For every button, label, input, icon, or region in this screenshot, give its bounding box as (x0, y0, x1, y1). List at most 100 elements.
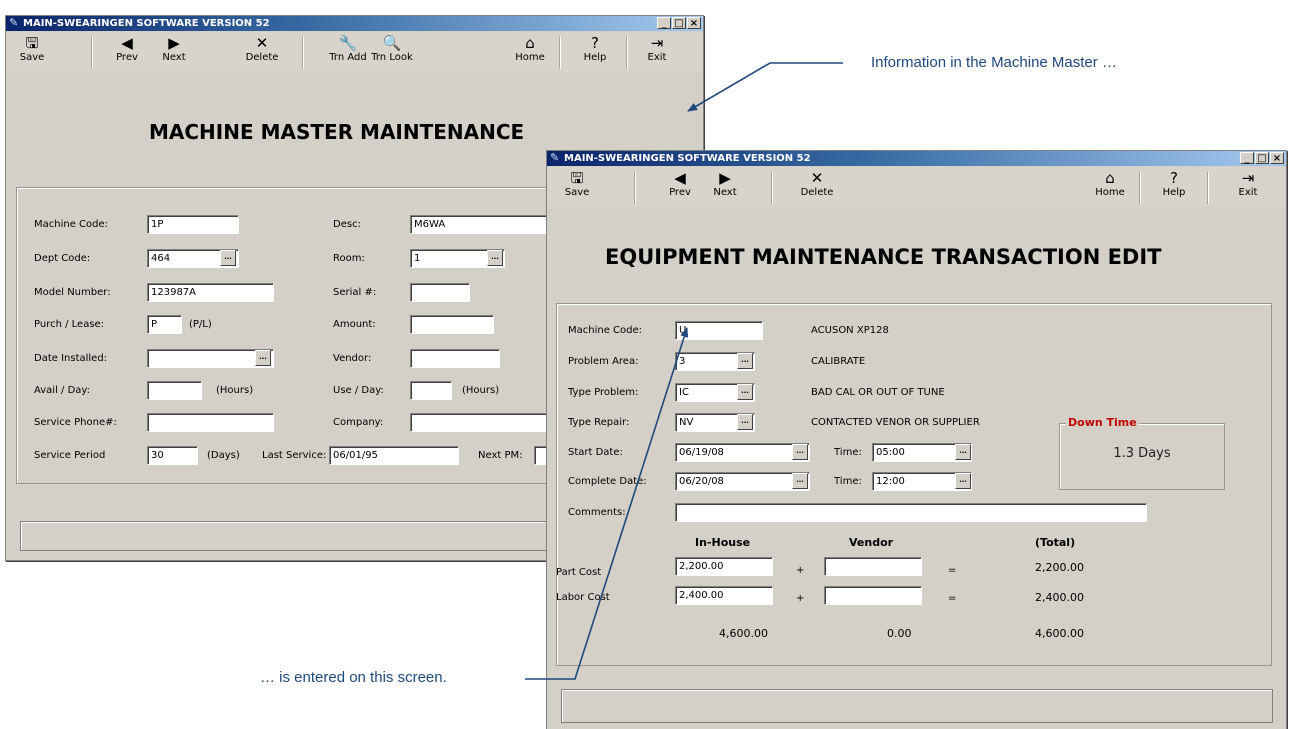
labor-cost-inhouse-field[interactable]: 2,400.00 (675, 586, 773, 605)
avail-day-field[interactable] (147, 381, 202, 400)
start-date-lookup-button[interactable]: ... (792, 444, 808, 460)
desc-label: Desc: (333, 219, 361, 230)
help-button[interactable]: ? Help (582, 34, 608, 63)
complete-date-lookup-button[interactable]: ... (792, 473, 808, 489)
plus-sign: + (796, 565, 805, 576)
maximize-button[interactable]: □ (672, 17, 686, 29)
date-installed-label: Date Installed: (34, 353, 108, 364)
annotation-top: Information in the Machine Master … (871, 54, 1117, 71)
question-mark-icon: ? (591, 34, 599, 52)
type-repair-description: CONTACTED VENOR OR SUPPLIER (811, 417, 980, 428)
serial-field[interactable] (410, 283, 470, 302)
page-title: EQUIPMENT MAINTENANCE TRANSACTION EDIT (605, 245, 1162, 269)
plus-sign: + (796, 593, 805, 604)
floppy-disk-icon: 🖫 (25, 34, 39, 52)
minimize-button[interactable]: _ (1240, 152, 1254, 164)
company-field[interactable] (410, 413, 550, 432)
service-period-label: Service Period (34, 450, 106, 461)
window-title: MAIN-SWEARINGEN SOFTWARE VERSION 52 (23, 18, 270, 29)
trn-look-button[interactable]: 🔍 Trn Look (370, 34, 414, 63)
avail-day-label: Avail / Day: (34, 385, 90, 396)
annotation-bottom: … is entered on this screen. (260, 669, 447, 686)
next-label: Next (713, 187, 737, 198)
model-number-field[interactable]: 123987A (147, 283, 274, 302)
house-icon: ⌂ (1105, 169, 1115, 187)
labor-cost-label: Labor Cost (556, 592, 610, 603)
equals-sign: = (948, 565, 957, 576)
service-period-field[interactable]: 30 (147, 446, 198, 465)
save-label: Save (19, 52, 45, 63)
down-time-value: 1.3 Days (1113, 446, 1171, 461)
company-label: Company: (333, 417, 384, 428)
comments-field[interactable] (675, 503, 1147, 522)
complete-date-field[interactable]: 06/20/08 (675, 472, 810, 491)
use-day-field[interactable] (410, 381, 452, 400)
save-button[interactable]: 🖫 Save (561, 169, 593, 198)
toolbar-separator (626, 37, 628, 69)
help-label: Help (583, 52, 607, 63)
prev-button[interactable]: ◀ Prev (114, 34, 140, 63)
close-button[interactable]: × (1270, 152, 1284, 164)
complete-date-label: Complete Date: (568, 476, 647, 487)
minimize-button[interactable]: _ (657, 17, 671, 29)
save-button[interactable]: 🖫 Save (16, 34, 48, 63)
start-time-lookup-button[interactable]: ... (955, 444, 971, 460)
part-cost-inhouse-field[interactable]: 2,200.00 (675, 557, 773, 576)
arrow-to-machine-master (687, 62, 843, 112)
serial-label: Serial #: (333, 287, 377, 298)
labor-cost-vendor-field[interactable] (824, 586, 922, 605)
vendor-label: Vendor: (333, 353, 372, 364)
home-button[interactable]: ⌂ Home (1095, 169, 1125, 198)
x-icon: ✕ (810, 169, 824, 187)
part-cost-label: Part Cost (556, 567, 602, 578)
close-button[interactable]: × (687, 17, 701, 29)
amount-field[interactable] (410, 315, 494, 334)
prev-button[interactable]: ◀ Prev (667, 169, 693, 198)
toolbar: 🖫 Save ◀ Prev ▶ Next ✕ Delete ⌂ Home ? H… (547, 167, 1286, 207)
toolbar-separator (91, 37, 93, 69)
arrow-left-icon: ◀ (674, 169, 686, 187)
delete-label: Delete (800, 187, 834, 198)
home-button[interactable]: ⌂ Home (515, 34, 545, 63)
machine-code-field[interactable]: U (675, 321, 763, 340)
start-time-label: Time: (834, 447, 862, 458)
service-phone-field[interactable] (147, 413, 274, 432)
delete-button[interactable]: ✕ Delete (795, 169, 839, 198)
down-time-group: Down Time 1.3 Days (1059, 416, 1225, 490)
part-cost-vendor-field[interactable] (824, 557, 922, 576)
comments-label: Comments: (568, 507, 626, 518)
exit-button[interactable]: ⇥ Exit (644, 34, 670, 63)
problem-area-lookup-button[interactable]: ... (737, 353, 753, 369)
toolbar-separator (634, 172, 636, 204)
machine-code-field[interactable]: 1P (147, 215, 239, 234)
dept-code-lookup-button[interactable]: ... (220, 250, 236, 266)
maximize-button[interactable]: □ (1255, 152, 1269, 164)
last-service-field[interactable]: 06/01/95 (329, 446, 459, 465)
complete-time-lookup-button[interactable]: ... (955, 473, 971, 489)
purch-lease-field[interactable]: P (147, 315, 182, 334)
exit-door-icon: ⇥ (650, 34, 664, 52)
trn-add-button[interactable]: 🔧 Trn Add (328, 34, 368, 63)
floppy-disk-icon: 🖫 (570, 169, 584, 187)
type-problem-lookup-button[interactable]: ... (737, 384, 753, 400)
help-button[interactable]: ? Help (1161, 169, 1187, 198)
exit-button[interactable]: ⇥ Exit (1235, 169, 1261, 198)
title-bar[interactable]: ✎ MAIN-SWEARINGEN SOFTWARE VERSION 52 _ … (547, 151, 1286, 166)
next-button[interactable]: ▶ Next (161, 34, 187, 63)
title-bar[interactable]: ✎ MAIN-SWEARINGEN SOFTWARE VERSION 52 _ … (6, 16, 703, 31)
next-button[interactable]: ▶ Next (712, 169, 738, 198)
next-label: Next (162, 52, 186, 63)
vendor-field[interactable] (410, 349, 500, 368)
date-installed-lookup-button[interactable]: ... (255, 350, 271, 366)
vendor-header: Vendor (849, 536, 894, 549)
sum-in-house: 4,600.00 (719, 627, 768, 640)
prev-label: Prev (116, 52, 138, 63)
app-icon: ✎ (9, 16, 19, 29)
type-repair-lookup-button[interactable]: ... (737, 414, 753, 430)
delete-button[interactable]: ✕ Delete (240, 34, 284, 63)
use-day-hint: (Hours) (462, 385, 500, 396)
room-lookup-button[interactable]: ... (487, 250, 503, 266)
desc-field[interactable]: M6WA (410, 215, 550, 234)
start-date-field[interactable]: 06/19/08 (675, 443, 810, 462)
status-bar (561, 689, 1273, 723)
